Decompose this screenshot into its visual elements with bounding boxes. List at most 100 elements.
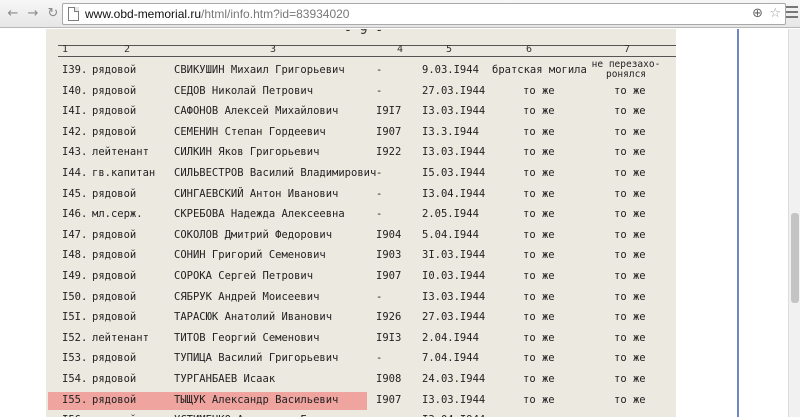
record-name: СИЛЬВЕСТРОВ Василий Владимирович bbox=[174, 167, 377, 179]
record-death-date: 2.05.I944 bbox=[422, 208, 479, 221]
record-burial-place: то же bbox=[523, 331, 555, 344]
record-name: УСТИМЕНКО Александр Еремеевич bbox=[174, 410, 357, 417]
record-rank: рядовой bbox=[92, 249, 137, 262]
record-burial-place: то же bbox=[523, 352, 555, 365]
column-numbers: 1 2 3 4 5 6 7 bbox=[58, 44, 676, 58]
zoom-icon[interactable]: ⊕ bbox=[752, 6, 763, 22]
table-row: I42. рядовой СЕМЕНИН Степан Гордеевич I907 I… bbox=[46, 122, 676, 142]
record-name: СЕДОВ Николай Петрович bbox=[174, 84, 314, 97]
record-number: I45. bbox=[62, 187, 88, 200]
record-rank: рядовой bbox=[92, 290, 137, 303]
reload-icon[interactable]: ↻ bbox=[44, 5, 62, 23]
record-burial-place: то же bbox=[523, 410, 555, 417]
record-name: СЯБРУК Андрей Моисеевич bbox=[174, 290, 320, 303]
page-icon bbox=[68, 7, 79, 21]
record-number: I48. bbox=[62, 249, 88, 262]
record-death-date: 3I.03.I944 bbox=[422, 249, 486, 262]
back-arrow-icon[interactable]: ← bbox=[4, 5, 22, 23]
col-number-5: 5 bbox=[446, 44, 453, 55]
record-birth-year: - bbox=[376, 187, 383, 200]
vertical-scrollbar[interactable] bbox=[788, 29, 800, 417]
record-death-date: 7.04.I944 bbox=[422, 352, 479, 365]
record-reburial: то же bbox=[614, 208, 646, 221]
record-rank: лейтенант bbox=[92, 331, 149, 344]
record-death-date: I3.3.I944 bbox=[422, 125, 479, 138]
record-reburial: то же bbox=[614, 125, 646, 138]
record-rank: рядовой bbox=[92, 393, 137, 406]
table-row: I39. рядовой СВИКУШИН Михаил Григорьевич - 9… bbox=[46, 60, 676, 80]
record-number: I50. bbox=[62, 290, 88, 303]
record-reburial: то же bbox=[614, 311, 646, 324]
record-rank: мл.серж. bbox=[92, 208, 143, 221]
record-birth-year: - bbox=[376, 290, 383, 303]
document-scan: - 9 - 1 2 3 4 5 6 7 не перезахо- ронялся… bbox=[46, 29, 676, 417]
col-number-2: 2 bbox=[124, 44, 131, 55]
table-row: I54. рядовой ТУРГАНБАЕВ Исаак I908 24.03.I94… bbox=[46, 369, 676, 389]
record-reburial: то же bbox=[614, 270, 646, 282]
table-row: I55. рядовой ТЫЩУК Александр Васильевич I90… bbox=[46, 390, 676, 410]
record-number: I49. bbox=[62, 270, 88, 282]
record-rank: рядовой bbox=[92, 228, 137, 241]
table-row: I49. рядовой СОРОКА Сергей Петрович I907 I0.… bbox=[46, 266, 676, 286]
record-burial-place: то же bbox=[523, 249, 555, 262]
record-name: СИЛКИН Яков Григорьевич bbox=[174, 146, 320, 159]
record-reburial: то же bbox=[614, 249, 646, 262]
record-death-date: 2.04.I944 bbox=[422, 331, 479, 344]
record-name: СОНИН Григорий Семенович bbox=[174, 249, 326, 262]
col-number-4: 4 bbox=[397, 44, 404, 55]
record-number: I52. bbox=[62, 331, 88, 344]
record-name: ТАРАСЮК Анатолий Иванович bbox=[174, 311, 333, 324]
table-row: I4I. рядовой САФОНОВ Алексей Михайлович I9I… bbox=[46, 101, 676, 121]
url-path: /html/info.htm?id=83934020 bbox=[201, 7, 350, 21]
record-death-date: 27.03.I944 bbox=[422, 84, 486, 97]
record-death-date: 24.03.I944 bbox=[422, 373, 486, 385]
address-bar[interactable]: www.obd-memorial.ru/html/info.htm?id=839… bbox=[62, 3, 786, 25]
record-burial-place: то же bbox=[523, 290, 555, 303]
record-reburial: то же bbox=[614, 146, 646, 159]
record-name: САФОНОВ Алексей Михайлович bbox=[174, 105, 339, 118]
record-name: ТУРГАНБАЕВ Исаак bbox=[174, 373, 276, 385]
record-birth-year: I9I3 bbox=[376, 331, 402, 344]
record-rank: рядовой bbox=[92, 64, 137, 76]
record-number: I53. bbox=[62, 352, 88, 365]
record-number: I39. bbox=[62, 64, 88, 76]
record-burial-place: то же bbox=[523, 167, 555, 179]
record-reburial: то же bbox=[614, 373, 646, 385]
record-death-date: I3.03.I944 bbox=[422, 105, 486, 118]
table-row: I44. гв.капитан СИЛЬВЕСТРОВ Василий Владим… bbox=[46, 163, 676, 183]
record-rank: рядовой bbox=[92, 187, 137, 200]
url-text[interactable]: www.obd-memorial.ru/html/info.htm?id=839… bbox=[85, 7, 349, 21]
record-reburial: то же bbox=[614, 290, 646, 303]
col-number-7: 7 bbox=[624, 44, 631, 55]
record-death-date: I3.04.I944 bbox=[422, 410, 485, 417]
record-birth-year: I9I7 bbox=[376, 105, 402, 118]
record-death-date: 5.04.I944 bbox=[422, 228, 479, 241]
forward-arrow-icon[interactable]: → bbox=[24, 5, 42, 23]
menu-icon[interactable] bbox=[786, 6, 798, 22]
record-number: I56. bbox=[62, 410, 87, 417]
record-reburial: то же bbox=[614, 167, 646, 179]
record-birth-year: I926 bbox=[376, 311, 402, 324]
record-birth-year: - bbox=[376, 167, 383, 179]
record-reburial: то же bbox=[614, 105, 646, 118]
record-number: I43. bbox=[62, 146, 88, 159]
record-birth-year: - bbox=[376, 84, 383, 97]
record-number: I47. bbox=[62, 228, 88, 241]
scrollbar-thumb[interactable] bbox=[791, 213, 799, 303]
record-number: I42. bbox=[62, 125, 88, 138]
record-number: I55. bbox=[62, 393, 88, 406]
record-birth-year: I907 bbox=[376, 125, 402, 138]
table-row: I50. рядовой СЯБРУК Андрей Моисеевич - I3.03… bbox=[46, 287, 676, 307]
table-row: I46. мл.серж. СКРЕБОВА Надежда Алексеевна -… bbox=[46, 204, 676, 224]
bookmark-star-icon[interactable]: ☆ bbox=[769, 6, 781, 22]
record-number: I54. bbox=[62, 373, 88, 385]
record-rank: гв.капитан bbox=[92, 167, 156, 179]
record-burial-place: то же bbox=[523, 187, 555, 200]
record-birth-year: I922 bbox=[376, 146, 402, 159]
table-row: I43. лейтенант СИЛКИН Яков Григорьевич I922… bbox=[46, 142, 676, 162]
browser-toolbar: ← → ↻ www.obd-memorial.ru/html/info.htm?… bbox=[0, 0, 800, 28]
record-birth-year: - bbox=[376, 352, 383, 365]
record-burial-place: то же bbox=[523, 373, 555, 385]
record-burial-place: то же bbox=[523, 125, 555, 138]
table-row: I56. рядовой УСТИМЕНКО Александр Еремеевич… bbox=[46, 410, 676, 417]
